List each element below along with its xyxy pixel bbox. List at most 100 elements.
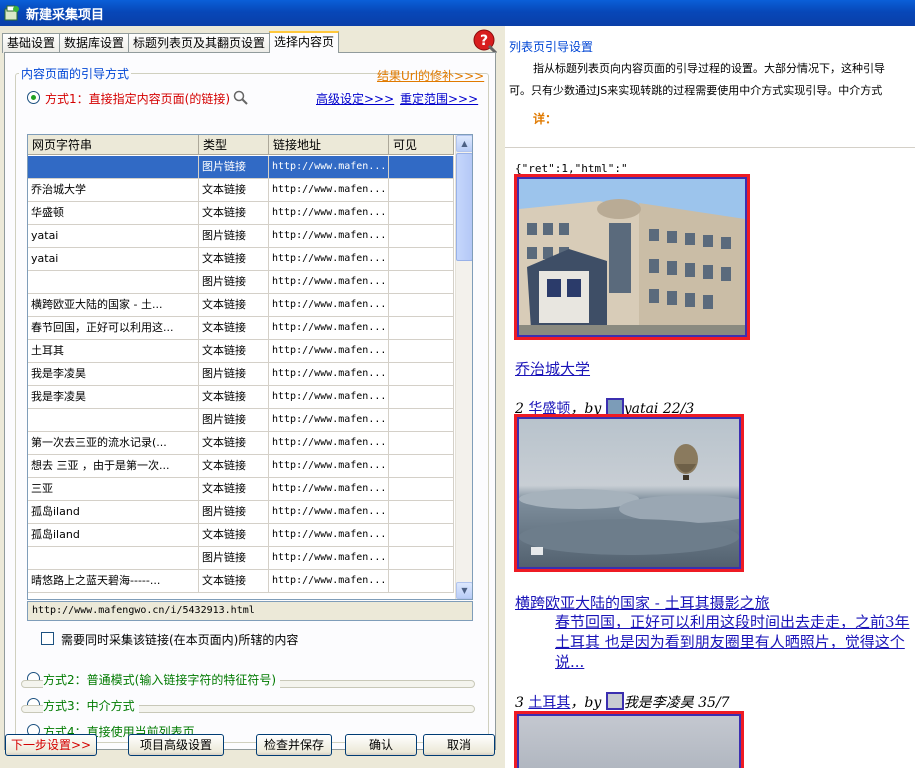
col-header-text[interactable]: 网页字符串 [28, 135, 199, 155]
cell-visible [389, 271, 454, 293]
scroll-up-icon[interactable]: ▲ [456, 135, 472, 152]
table-row[interactable]: 华盛顿 文本链接 http://www.mafen... [28, 202, 454, 225]
cell-visible [389, 501, 454, 523]
cell-visible [389, 409, 454, 431]
table-row[interactable]: 晴悠路上之蓝天碧海-----... 文本链接 http://www.mafen... [28, 570, 454, 593]
collect-subcontent-label: 需要同时采集该链接(在本页面内)所辖的内容 [61, 633, 299, 647]
university-photo[interactable] [514, 174, 750, 340]
cell-visible [389, 156, 454, 178]
project-advanced-button[interactable]: 项目高级设置 [128, 734, 224, 756]
magnifier-icon[interactable] [233, 90, 249, 106]
result-url-fix-link[interactable]: 结果Url的修补>>> [377, 67, 484, 84]
cell-type: 文本链接 [199, 432, 269, 454]
tab-basic[interactable]: 基础设置 [2, 33, 61, 53]
table-row[interactable]: 图片链接 http://www.mafen... [28, 271, 454, 294]
cell-type: 图片链接 [199, 409, 269, 431]
cell-visible [389, 363, 454, 385]
table-scrollbar[interactable]: ▲ ▼ [455, 135, 472, 599]
table-row[interactable]: 图片链接 http://www.mafen... [28, 156, 454, 179]
cell-text: 我是李凌昊 [28, 363, 199, 385]
rescope-link[interactable]: 重定范围>>> [400, 90, 478, 107]
cell-visible [389, 570, 454, 592]
settings-panel: 基础设置 数据库设置 标题列表页及其翻页设置 选择内容页 ? 内容页面的引导方式… [0, 26, 502, 768]
cell-url: http://www.mafen... [269, 271, 389, 293]
collect-subcontent-checkbox[interactable] [41, 632, 54, 645]
cell-url: http://www.mafen... [269, 524, 389, 546]
table-row[interactable]: 春节回国，正好可以利用这... 文本链接 http://www.mafen... [28, 317, 454, 340]
cell-type: 文本链接 [199, 386, 269, 408]
cell-text: 横跨欧亚大陆的国家 - 土... [28, 294, 199, 316]
turkey-article-link[interactable]: 横跨欧亚大陆的国家 - 土耳其摄影之旅 [515, 592, 770, 613]
advanced-settings-link[interactable]: 高级设定>>> [316, 90, 394, 107]
cell-url: http://www.mafen... [269, 317, 389, 339]
cell-text: yatai [28, 248, 199, 270]
check-save-button[interactable]: 检查并保存 [256, 734, 332, 756]
cell-url: http://www.mafen... [269, 294, 389, 316]
tab-database[interactable]: 数据库设置 [59, 33, 130, 53]
cell-type: 图片链接 [199, 501, 269, 523]
table-row[interactable]: yatai 文本链接 http://www.mafen... [28, 248, 454, 271]
cell-text [28, 156, 199, 178]
cell-text: 三亚 [28, 478, 199, 500]
ok-button[interactable]: 确认 [345, 734, 417, 756]
table-row[interactable]: 乔治城大学 文本链接 http://www.mafen... [28, 179, 454, 202]
cell-url: http://www.mafen... [269, 501, 389, 523]
turkey-desc-line3[interactable]: 说... [555, 651, 584, 672]
cell-text: 华盛顿 [28, 202, 199, 224]
cell-type: 图片链接 [199, 156, 269, 178]
item4-index: 3 [515, 695, 529, 711]
third-photo[interactable] [514, 711, 744, 768]
tab-strip: 基础设置 数据库设置 标题列表页及其翻页设置 选择内容页 [2, 31, 340, 53]
cell-text: 孤岛iland [28, 501, 199, 523]
scroll-down-icon[interactable]: ▼ [456, 582, 472, 599]
col-header-visible[interactable]: 可见 [389, 135, 454, 155]
cell-text: 第一次去三亚的流水记录(... [28, 432, 199, 454]
lilinghao-avatar[interactable] [605, 692, 624, 710]
table-row[interactable]: 第一次去三亚的流水记录(... 文本链接 http://www.mafen... [28, 432, 454, 455]
table-row[interactable]: 图片链接 http://www.mafen... [28, 547, 454, 570]
tab-list-paging[interactable]: 标题列表页及其翻页设置 [128, 33, 271, 53]
lilinghao-user-link[interactable]: 我是李凌昊 [624, 695, 694, 711]
mode1-radio[interactable] [27, 91, 40, 104]
table-row[interactable]: 图片链接 http://www.mafen... [28, 409, 454, 432]
cell-url: http://www.mafen... [269, 179, 389, 201]
table-row[interactable]: 孤岛iland 图片链接 http://www.mafen... [28, 501, 454, 524]
table-row[interactable]: 我是李凌昊 图片链接 http://www.mafen... [28, 363, 454, 386]
cell-visible [389, 225, 454, 247]
cell-type: 文本链接 [199, 179, 269, 201]
third-photo-image [517, 714, 741, 768]
mode1-label: 方式1：直接指定内容页面(的链接) [45, 92, 230, 106]
help-box: 列表页引导设置 指从标题列表页向内容页面的引导过程的设置。大部分情况下，这种引导… [505, 32, 915, 148]
selected-url-field[interactable]: http://www.mafengwo.cn/i/5432913.html [27, 601, 473, 621]
table-row[interactable]: 横跨欧亚大陆的国家 - 土... 文本链接 http://www.mafen... [28, 294, 454, 317]
cell-text: 春节回国，正好可以利用这... [28, 317, 199, 339]
tab-select-content[interactable]: 选择内容页 [269, 31, 340, 53]
table-row[interactable]: 土耳其 文本链接 http://www.mafen... [28, 340, 454, 363]
cell-url: http://www.mafen... [269, 432, 389, 454]
table-row[interactable]: 想去 三亚 ，由于是第一次... 文本链接 http://www.mafen... [28, 455, 454, 478]
scroll-thumb[interactable] [456, 153, 472, 261]
next-step-button[interactable]: 下一步设置>> [5, 734, 97, 756]
title-bar: 新建采集项目 [0, 0, 915, 26]
cell-text [28, 547, 199, 569]
cell-url: http://www.mafen... [269, 248, 389, 270]
cell-visible [389, 386, 454, 408]
cell-type: 文本链接 [199, 317, 269, 339]
cell-url: http://www.mafen... [269, 340, 389, 362]
cell-text: yatai [28, 225, 199, 247]
cell-text: 我是李凌昊 [28, 386, 199, 408]
table-row[interactable]: 我是李凌昊 文本链接 http://www.mafen... [28, 386, 454, 409]
university-link[interactable]: 乔治城大学 [515, 358, 590, 379]
col-header-type[interactable]: 类型 [199, 135, 269, 155]
turkey-desc-line2[interactable]: 土耳其 也是因为看到朋友圈里有人晒照片，觉得这个 [555, 631, 905, 652]
table-row[interactable]: yatai 图片链接 http://www.mafen... [28, 225, 454, 248]
balloon-photo[interactable] [514, 414, 744, 572]
cancel-button[interactable]: 取消 [423, 734, 495, 756]
cell-visible [389, 340, 454, 362]
table-row[interactable]: 孤岛iland 文本链接 http://www.mafen... [28, 524, 454, 547]
turkey-desc-line1[interactable]: 春节回国，正好可以利用这段时间出去走走，之前3年 [555, 611, 910, 632]
col-header-url[interactable]: 链接地址 [269, 135, 389, 155]
help-icon[interactable]: ? [472, 28, 498, 54]
turkey-city-link[interactable]: 土耳其 [528, 695, 570, 711]
table-row[interactable]: 三亚 文本链接 http://www.mafen... [28, 478, 454, 501]
